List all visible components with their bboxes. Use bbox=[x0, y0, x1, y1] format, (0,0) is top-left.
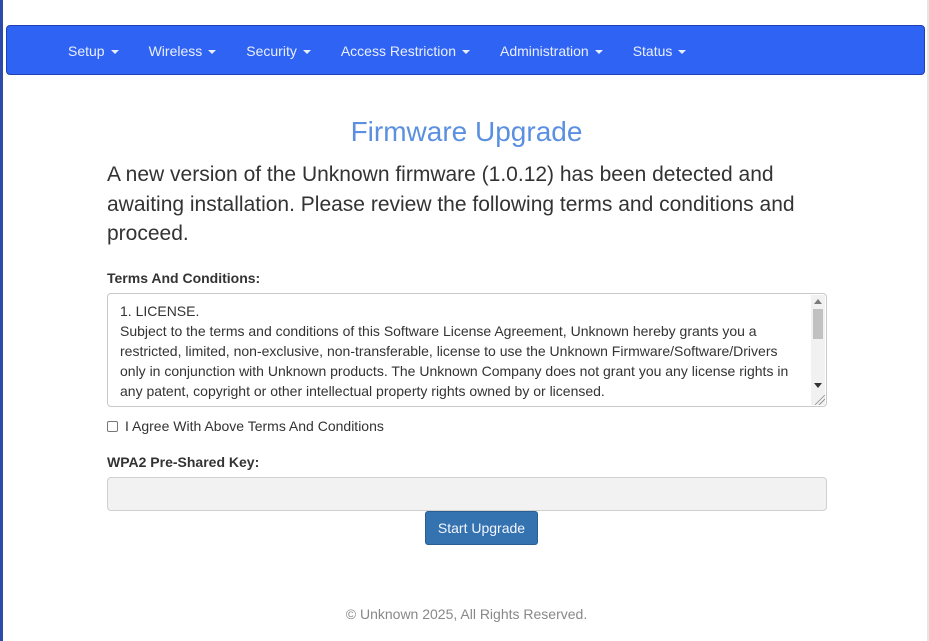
scroll-down-arrow-icon[interactable] bbox=[814, 383, 822, 388]
caret-down-icon bbox=[462, 50, 470, 54]
nav-wireless[interactable]: Wireless bbox=[134, 26, 232, 76]
resize-grip-icon[interactable] bbox=[815, 395, 825, 405]
main-nav: Setup Wireless Security Access Restricti… bbox=[53, 26, 701, 76]
caret-down-icon bbox=[678, 50, 687, 54]
start-upgrade-label: Start Upgrade bbox=[437, 520, 526, 536]
nav-setup[interactable]: Setup bbox=[53, 26, 134, 76]
top-navbar: Setup Wireless Security Access Restricti… bbox=[6, 25, 925, 75]
scroll-up-arrow-icon[interactable] bbox=[814, 299, 822, 304]
terms-label: Terms And Conditions: bbox=[107, 270, 261, 286]
start-upgrade-button[interactable]: Start Upgrade bbox=[425, 511, 538, 545]
scroll-thumb[interactable] bbox=[813, 309, 823, 339]
agree-checkbox[interactable] bbox=[107, 420, 118, 432]
nav-security-label: Security bbox=[246, 43, 297, 59]
caret-down-icon bbox=[110, 50, 119, 54]
agree-row[interactable]: I Agree With Above Terms And Conditions bbox=[107, 418, 384, 434]
intro-text: A new version of the Unknown firmware (1… bbox=[107, 163, 795, 245]
window-left-border bbox=[0, 0, 3, 641]
caret-down-icon bbox=[208, 50, 217, 54]
nav-status[interactable]: Status bbox=[618, 26, 702, 76]
psk-input[interactable] bbox=[107, 477, 827, 511]
psk-label: WPA2 Pre-Shared Key: bbox=[107, 454, 260, 470]
nav-access-restriction-label: Access Restriction bbox=[340, 43, 456, 59]
caret-down-icon bbox=[302, 50, 311, 54]
footer-copyright: © Unknown 2025, All Rights Reserved. bbox=[345, 606, 588, 622]
nav-administration[interactable]: Administration bbox=[485, 26, 618, 76]
caret-down-icon bbox=[594, 50, 603, 54]
nav-access-restriction[interactable]: Access Restriction bbox=[326, 26, 485, 76]
agree-label: I Agree With Above Terms And Conditions bbox=[125, 418, 384, 434]
nav-status-label: Status bbox=[632, 43, 673, 59]
nav-setup-label: Setup bbox=[68, 43, 105, 59]
nav-security[interactable]: Security bbox=[231, 26, 326, 76]
nav-administration-label: Administration bbox=[500, 43, 589, 59]
terms-scrollbar[interactable] bbox=[811, 295, 825, 405]
terms-text: 1. LICENSE. Subject to the terms and con… bbox=[120, 303, 789, 406]
terms-textarea[interactable]: 1. LICENSE. Subject to the terms and con… bbox=[107, 293, 827, 407]
page-title: Firmware Upgrade bbox=[350, 116, 583, 147]
nav-wireless-label: Wireless bbox=[148, 43, 203, 59]
